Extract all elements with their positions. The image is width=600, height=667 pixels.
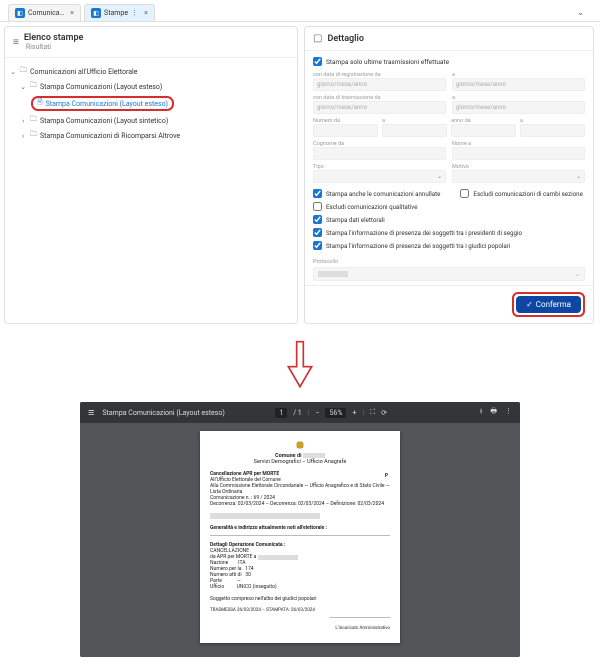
year-from-input[interactable]: [451, 124, 516, 137]
doc-line: Decorrenza: 02/03/2024 – Decorrenza: 02/…: [210, 501, 390, 507]
protocollo-select[interactable]: ⌄: [313, 267, 585, 281]
tree-item[interactable]: Comunicazioni all'Ufficio Elettorale: [30, 68, 137, 76]
tab-bar: ◧Comunica…× ◧Stampe⋮× ⌄: [0, 0, 600, 22]
doc-signature: L'incaricato Amministrativo: [210, 626, 390, 631]
nome-input[interactable]: [452, 147, 585, 160]
page-current[interactable]: 1: [275, 408, 287, 418]
folder-icon: 🗀: [30, 130, 37, 141]
chevron-right-icon[interactable]: ›: [19, 117, 27, 125]
tree-item[interactable]: Stampa Comunicazioni di Ricomparsi Altro…: [40, 132, 180, 140]
doc-label: Ufficio: [210, 584, 224, 590]
print-icon[interactable]: 🖶: [490, 407, 497, 418]
chk-label: Stampa dati elettorali: [326, 216, 385, 224]
date-from-input[interactable]: giorno/mese/anno: [313, 101, 446, 114]
tab-label: Stampe: [104, 9, 128, 17]
tab-stampe[interactable]: ◧Stampe⋮ ×: [84, 4, 155, 21]
more-icon[interactable]: ⋮: [505, 407, 512, 418]
doc-icon: 🗎: [37, 98, 43, 109]
folder-icon: 🗀: [30, 115, 37, 126]
num-to-input[interactable]: [382, 124, 447, 137]
crest-icon: [294, 439, 306, 451]
chevron-right-icon[interactable]: ›: [19, 132, 27, 140]
folder-icon: 🗀: [30, 81, 37, 92]
doc-note: Soggetto compreso nell'albo dei giudici …: [210, 596, 390, 602]
menu-icon[interactable]: ≡: [88, 406, 94, 419]
date-to-input[interactable]: giorno/mese/anno: [452, 78, 585, 91]
motivo-select[interactable]: ⌄: [452, 170, 585, 183]
left-panel: ≡ Elenco stampe Risultati ⌄🗀Comunicazion…: [4, 26, 298, 324]
cognome-input[interactable]: [313, 147, 446, 160]
date-to-input[interactable]: giorno/mese/anno: [452, 101, 585, 114]
fit-page-icon[interactable]: ⛶: [370, 408, 375, 417]
tree: ⌄🗀Comunicazioni all'Ufficio Elettorale ⌄…: [5, 58, 297, 149]
chk-elettorali[interactable]: [313, 215, 322, 224]
doc-line: Alla Commissione Elettorale Circondarial…: [210, 483, 390, 495]
tabs-overflow[interactable]: ⌄: [569, 4, 592, 21]
download-icon[interactable]: ⭳: [480, 407, 482, 418]
divider: |: [308, 409, 310, 417]
tree-item-label: Stampa Comunicazioni (Layout esteso): [46, 100, 168, 108]
close-icon[interactable]: ×: [144, 9, 148, 17]
chk-giudici[interactable]: [313, 241, 322, 250]
doc-icon: ◧: [15, 8, 25, 18]
chevron-down-icon[interactable]: ⌄: [19, 83, 27, 91]
pdf-page: Comune di Servizi Demografici – Ufficio …: [200, 431, 400, 643]
viewer-title: Stampa Comunicazioni (Layout esteso): [102, 409, 224, 417]
pdf-viewer: ≡ Stampa Comunicazioni (Layout esteso) 1…: [80, 402, 520, 657]
check-icon: ✓: [526, 300, 533, 309]
date-from-input[interactable]: giorno/mese/anno: [313, 78, 446, 91]
doc-value: 30: [245, 572, 251, 578]
tipo-select[interactable]: ⌄: [313, 170, 446, 183]
more-icon[interactable]: ⋮: [131, 9, 138, 17]
doc-value: UNICO (inseguito): [237, 584, 277, 590]
zoom-level[interactable]: 56%: [325, 408, 346, 418]
field-label: Protocollo: [313, 259, 338, 265]
confirm-button[interactable]: ✓Conferma: [516, 296, 581, 313]
chk-label: Stampa l'informazione di presenza dei so…: [326, 242, 510, 250]
close-icon[interactable]: ×: [70, 9, 74, 17]
chevron-down-icon: ⌄: [576, 173, 581, 180]
tab-label: Comunica…: [28, 9, 64, 17]
arrow-down-icon: [0, 328, 600, 402]
chk-annullate[interactable]: [313, 189, 322, 198]
doc-footer: TRASMESSA 26/03/2024 – STAMPATA: 26/03/2…: [210, 608, 390, 613]
chk-presidenti[interactable]: [313, 228, 322, 237]
doc-subheader: Servizi Demografici – Ufficio Anagrafe: [210, 459, 390, 465]
chk-label: Stampa anche le comunicazioni annullate: [326, 190, 440, 198]
tree-item-selected[interactable]: 🗎Stampa Comunicazioni (Layout esteso): [31, 96, 174, 111]
chevron-down-icon: ⌄: [575, 271, 580, 278]
tree-item[interactable]: Stampa Comunicazioni (Layout sintetico): [40, 117, 168, 125]
button-label: Conferma: [536, 300, 571, 309]
zoom-in-button[interactable]: +: [352, 409, 356, 417]
chk-label: Escludi comunicazioni di cambi sezione: [473, 190, 582, 198]
chk-label: Stampa l'informazione di presenza dei so…: [326, 229, 522, 237]
detail-panel: ▢ Dettaglio Stampa solo ultime trasmissi…: [304, 26, 594, 324]
chevron-down-icon[interactable]: ⌄: [9, 68, 17, 76]
chk-ultime[interactable]: [313, 57, 322, 66]
folder-icon: 🗀: [20, 66, 27, 77]
doc-section: Generalità e indirizzo attualmente noti …: [210, 525, 390, 531]
chk-qualitative[interactable]: [313, 202, 322, 211]
chk-label: Stampa solo ultime trasmissioni effettua…: [326, 58, 449, 66]
panel-title: Elenco stampe: [24, 33, 84, 43]
doc-icon: ◧: [91, 8, 101, 18]
highlight-confirm: ✓Conferma: [512, 292, 585, 317]
panel-subtitle: Risultati: [26, 43, 84, 51]
tab-comunica[interactable]: ◧Comunica… ×: [8, 4, 81, 21]
divider: |: [362, 409, 364, 417]
page-letter: P: [385, 473, 388, 479]
chevron-down-icon: ⌄: [437, 173, 442, 180]
zoom-out-button[interactable]: −: [315, 409, 319, 417]
viewer-toolbar: ≡ Stampa Comunicazioni (Layout esteso) 1…: [80, 402, 520, 423]
num-from-input[interactable]: [313, 124, 378, 137]
panel-title: Dettaglio: [327, 34, 363, 44]
chk-sezione[interactable]: [460, 189, 469, 198]
detail-icon: ▢: [313, 33, 322, 44]
chk-label: Escludi comunicazioni qualitative: [326, 203, 418, 211]
rotate-icon[interactable]: ⟳: [381, 409, 387, 417]
page-total: / 1: [293, 409, 302, 417]
year-to-input[interactable]: [520, 124, 585, 137]
tree-item[interactable]: Stampa Comunicazioni (Layout esteso): [40, 83, 162, 91]
list-icon: ≡: [13, 37, 19, 48]
